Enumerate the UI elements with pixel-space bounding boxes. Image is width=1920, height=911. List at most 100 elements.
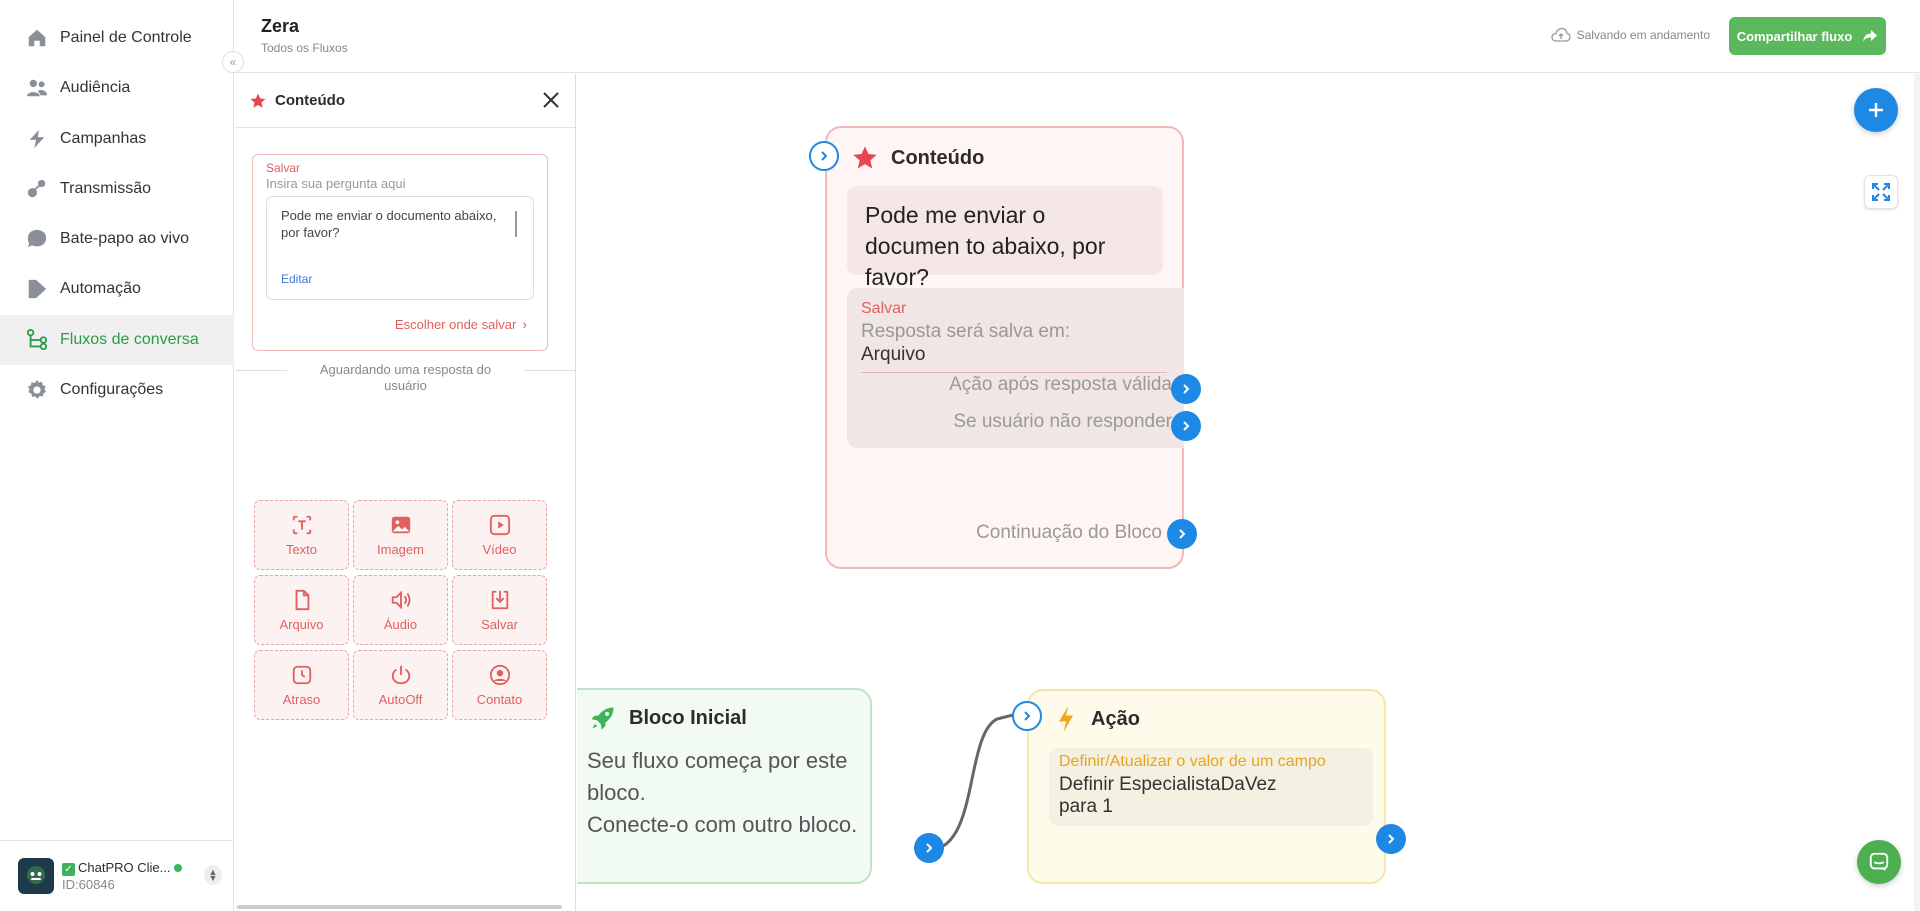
add-delay-button[interactable]: Atraso	[254, 650, 349, 720]
valid-response-action-label: Ação após resposta válida	[949, 374, 1172, 395]
account-switcher[interactable]: ✓ ChatPRO Clie... ID:60846 ▲ ▼	[0, 840, 234, 911]
edit-link[interactable]: Editar	[281, 272, 312, 286]
tool-label: Arquivo	[279, 617, 324, 632]
add-contact-button[interactable]: Contato	[452, 650, 547, 720]
action-node-output-connector[interactable]	[1376, 824, 1406, 854]
checkbox-icon: ✓	[62, 863, 75, 876]
valid-response-connector[interactable]	[1171, 374, 1201, 404]
close-icon[interactable]	[541, 90, 561, 110]
star-icon	[250, 93, 266, 108]
chat-bubble-icon	[26, 228, 48, 250]
add-video-button[interactable]: Vídeo	[452, 500, 547, 570]
no-reply-action-label: Se usuário não responder	[953, 411, 1172, 432]
node-title: Bloco Inicial	[629, 706, 747, 729]
content-editor-panel: Conteúdo Salvar Insira sua pergunta aqui…	[235, 74, 576, 911]
add-image-button[interactable]: Imagem	[353, 500, 448, 570]
users-icon	[26, 77, 48, 99]
choose-save-location-link[interactable]: Escolher onde salvar ›	[395, 316, 527, 332]
description-line: Seu fluxo começa por este bloco.	[587, 748, 848, 805]
breadcrumb[interactable]: Todos os Fluxos	[261, 41, 348, 55]
question-save-box: Salvar Insira sua pergunta aqui Pode me …	[252, 154, 548, 351]
support-chat-button[interactable]	[1857, 840, 1901, 884]
plus-icon	[1869, 103, 1883, 117]
action-node[interactable]: Ação Definir/Atualizar o valor de um cam…	[1027, 689, 1386, 884]
continuation-connector[interactable]	[1167, 519, 1197, 549]
content-node-input-connector[interactable]	[809, 141, 839, 171]
sidebar-item-painel-de-controle[interactable]: Painel de Controle	[0, 13, 234, 63]
start-node[interactable]: Bloco Inicial Seu fluxo começa por este …	[577, 688, 872, 884]
sidebar-item-bate-papo[interactable]: Bate-papo ao vivo	[0, 214, 234, 264]
avatar	[18, 858, 54, 894]
text-caret	[515, 211, 517, 237]
image-icon	[389, 513, 413, 537]
node-save-box: Salvar Resposta será salva em: Arquivo A…	[847, 288, 1184, 448]
account-id: ID:60846	[62, 877, 115, 892]
tool-label: Texto	[285, 542, 318, 557]
add-block-button[interactable]	[1854, 88, 1898, 132]
sidebar-item-configuracoes[interactable]: Configurações	[0, 365, 234, 415]
speaker-icon	[389, 588, 413, 612]
file-icon	[290, 588, 314, 612]
no-reply-connector[interactable]	[1171, 411, 1201, 441]
save-status: Salvando em andamento	[1550, 27, 1710, 43]
chevron-right-icon	[1179, 529, 1186, 539]
divider-line	[524, 370, 576, 371]
rocket-icon	[591, 707, 614, 730]
sidebar-item-label: Configurações	[60, 381, 164, 398]
sidebar-item-campanhas[interactable]: Campanhas	[0, 114, 234, 164]
sidebar-item-label: Automação	[60, 280, 141, 297]
flow-canvas[interactable]: Conteúdo Pode me enviar o documen to aba…	[577, 74, 1920, 911]
sidebar-item-audiencia[interactable]: Audiência	[0, 63, 234, 113]
share-flow-button[interactable]: Compartilhar fluxo	[1729, 17, 1886, 55]
tool-label: Salvar	[481, 617, 518, 632]
share-flow-label: Compartilhar fluxo	[1736, 28, 1853, 44]
add-autooff-button[interactable]: AutoOff	[353, 650, 448, 720]
chevron-right-icon	[1388, 834, 1395, 844]
node-description: Seu fluxo começa por este bloco. Conecte…	[587, 745, 870, 841]
vertical-scrollbar[interactable]	[1914, 74, 1920, 911]
sidebar-item-transmissao[interactable]: Transmissão	[0, 164, 234, 214]
horizontal-scrollbar[interactable]	[237, 905, 562, 909]
sidebar-item-fluxos-de-conversa[interactable]: Fluxos de conversa	[0, 315, 234, 365]
question-textarea[interactable]: Pode me enviar o documento abaixo, por f…	[266, 196, 534, 300]
lightning-icon	[1059, 706, 1073, 732]
action-node-input-connector[interactable]	[1012, 701, 1042, 731]
sidebar-item-label: Painel de Controle	[60, 29, 192, 46]
sidebar-item-label: Bate-papo ao vivo	[60, 230, 189, 247]
automation-icon	[26, 278, 48, 300]
online-status-dot	[174, 864, 183, 872]
chevron-right-icon	[821, 151, 828, 161]
action-value: Definir EspecialistaDaVez para 1	[1059, 774, 1277, 818]
waiting-response-divider: Aguardando uma resposta do usuário	[235, 362, 576, 394]
panel-title: Conteúdo	[275, 92, 345, 109]
chevron-updown-icon[interactable]: ▲ ▼	[204, 865, 222, 885]
node-header: Ação	[1055, 705, 1140, 733]
add-text-button[interactable]: Texto	[254, 500, 349, 570]
chevron-right-icon	[1183, 384, 1190, 394]
sidebar: Painel de Controle Audiência Campanhas T…	[0, 0, 234, 911]
add-audio-button[interactable]: Áudio	[353, 575, 448, 645]
tool-label: Áudio	[383, 617, 418, 632]
start-node-output-connector[interactable]	[914, 833, 944, 863]
save-status-text: Salvando em andamento	[1576, 28, 1710, 42]
node-header: Conteúdo	[851, 144, 984, 172]
clock-icon	[290, 663, 314, 687]
header: Zera Todos os Fluxos Salvando em andamen…	[235, 0, 1920, 73]
content-node[interactable]: Conteúdo Pode me enviar o documen to aba…	[825, 126, 1184, 569]
question-text: Pode me enviar o documento abaixo, por f…	[281, 208, 497, 240]
waiting-text: Aguardando uma resposta do usuário	[319, 362, 492, 393]
chevron-right-icon	[926, 843, 933, 853]
add-file-button[interactable]: Arquivo	[254, 575, 349, 645]
node-header: Bloco Inicial	[589, 704, 747, 732]
sidebar-item-automacao[interactable]: Automação	[0, 264, 234, 314]
action-type-label: Definir/Atualizar o valor de um campo	[1059, 753, 1326, 770]
chevron-right-icon	[1183, 421, 1190, 431]
question-placeholder: Insira sua pergunta aqui	[266, 176, 406, 191]
fit-view-button[interactable]	[1864, 175, 1898, 209]
add-save-button[interactable]: Salvar	[452, 575, 547, 645]
panel-header: Conteúdo	[235, 74, 575, 128]
description-line: Conecte-o com outro bloco.	[587, 812, 858, 837]
tool-label: Imagem	[377, 542, 424, 557]
collapse-sidebar-button[interactable]: «	[222, 51, 244, 73]
download-icon	[488, 588, 512, 612]
